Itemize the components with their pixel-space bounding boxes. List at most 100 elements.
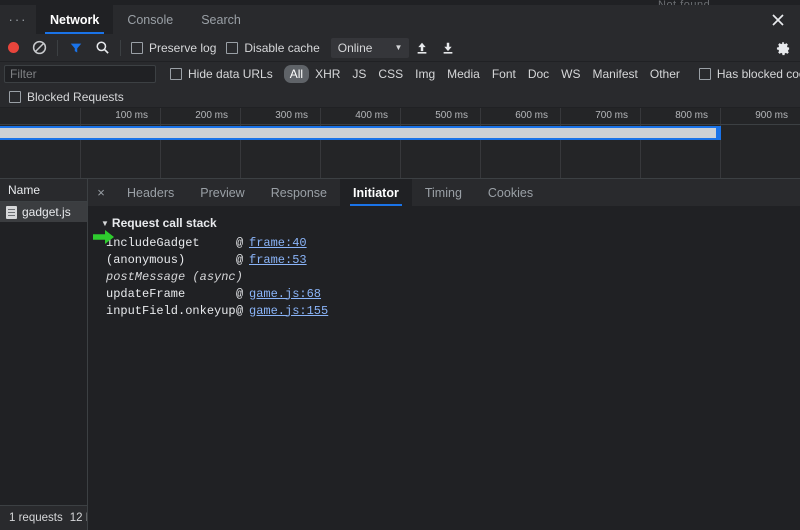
frame-function-name: (anonymous): [106, 252, 186, 267]
close-devtools-button[interactable]: [756, 5, 800, 34]
type-filter-doc[interactable]: Doc: [522, 65, 555, 83]
green-arrow-pointer-icon: [93, 230, 114, 244]
has-blocked-cookies-checkbox[interactable]: Has blocked cookies: [694, 67, 800, 81]
tab-initiator-label: Initiator: [353, 185, 399, 200]
tab-cookies[interactable]: Cookies: [475, 179, 546, 206]
type-filter-other[interactable]: Other: [644, 65, 686, 83]
blocked-requests-label: Blocked Requests: [27, 89, 124, 104]
type-filter-js[interactable]: JS: [346, 65, 372, 83]
tab-console[interactable]: Console: [113, 5, 187, 34]
record-button[interactable]: [0, 35, 26, 61]
download-arrow-icon: [443, 42, 453, 54]
disable-cache-checkbox[interactable]: Disable cache: [221, 41, 324, 55]
tab-preview-label: Preview: [200, 185, 245, 200]
tab-headers[interactable]: Headers: [114, 179, 187, 206]
timeline-gridline: [560, 108, 561, 178]
tab-search-label: Search: [201, 12, 241, 27]
tab-network[interactable]: Network: [36, 5, 114, 34]
timeline-tick-label: 200 ms: [195, 110, 228, 121]
type-filter-manifest[interactable]: Manifest: [587, 65, 644, 83]
throttling-select[interactable]: Online ▼: [330, 37, 410, 58]
requests-count-label: 1 requests: [9, 512, 63, 524]
network-toolbar: Preserve log Disable cache Online ▼: [0, 34, 800, 62]
blocked-requests-checkbox[interactable]: Blocked Requests: [0, 90, 129, 104]
timeline-gridline: [240, 108, 241, 178]
timeline-tick-label: 600 ms: [515, 110, 548, 121]
disable-cache-box: [226, 41, 239, 54]
hide-data-urls-checkbox[interactable]: Hide data URLs: [165, 67, 278, 81]
filter-button[interactable]: [63, 35, 89, 61]
tab-console-label: Console: [127, 12, 174, 27]
export-har-button[interactable]: [435, 35, 461, 61]
type-filter-img[interactable]: Img: [409, 65, 441, 83]
frame-source-link[interactable]: game.js:155: [249, 304, 328, 318]
request-detail-tabstrip: × Headers Preview Response Initiator Tim…: [88, 179, 800, 207]
type-filter-css[interactable]: CSS: [372, 65, 409, 83]
tab-timing[interactable]: Timing: [412, 179, 475, 206]
tab-preview[interactable]: Preview: [187, 179, 257, 206]
tab-timing-label: Timing: [424, 185, 462, 200]
tab-search[interactable]: Search: [187, 5, 255, 34]
close-icon: [772, 13, 784, 26]
type-filter-xhr[interactable]: XHR: [309, 65, 346, 83]
chevron-down-icon: ▼: [394, 43, 403, 52]
tab-response-label: Response: [270, 185, 328, 200]
has-blocked-cookies-box: [698, 68, 711, 80]
timeline-tick-label: 300 ms: [275, 110, 308, 121]
filter-input[interactable]: [4, 65, 156, 83]
frame-source-link[interactable]: frame:40: [249, 236, 307, 250]
close-detail-button[interactable]: ×: [88, 179, 114, 206]
frame-function-name: updateFrame: [106, 286, 186, 301]
type-filter-media[interactable]: Media: [441, 65, 486, 83]
clear-button[interactable]: [26, 35, 52, 61]
frame-at-symbol: @: [236, 252, 244, 267]
more-horizontal-icon[interactable]: ···: [0, 5, 36, 34]
type-filter-font[interactable]: Font: [486, 65, 522, 83]
preserve-log-label: Preserve log: [149, 40, 217, 55]
transferred-size-label: 12 B: [69, 512, 87, 524]
request-row-gadget-js[interactable]: gadget.js: [0, 202, 87, 222]
timeline-selection-right-handle[interactable]: [718, 126, 721, 140]
frame-function-name: includeGadget: [106, 235, 200, 250]
throttling-value: Online: [337, 40, 373, 55]
funnel-icon: [70, 43, 82, 53]
import-har-button[interactable]: [409, 35, 435, 61]
network-overview[interactable]: 100 ms 200 ms 300 ms 400 ms 500 ms 600 m…: [0, 108, 800, 179]
triangle-down-icon: ▼: [101, 218, 109, 228]
request-detail-panel: × Headers Preview Response Initiator Tim…: [88, 179, 800, 505]
tab-initiator[interactable]: Initiator: [340, 179, 412, 206]
frame-function-name: inputField.onkeyup: [106, 303, 236, 318]
devtools-window: Not found ··· Network Console Search: [0, 0, 800, 530]
timeline-gridline: [400, 108, 401, 178]
frame-source-link[interactable]: frame:53: [249, 253, 307, 267]
frame-at-symbol: @: [236, 286, 244, 301]
type-filter-all[interactable]: All: [283, 65, 310, 83]
tab-response[interactable]: Response: [258, 179, 340, 206]
timeline-gridline: [80, 108, 81, 178]
timeline-tick-label: 900 ms: [755, 110, 788, 121]
hide-data-urls-label: Hide data URLs: [188, 67, 273, 81]
call-stack-frame[interactable]: updateFrame @ game.js:68: [101, 285, 800, 302]
requests-column-header[interactable]: Name: [0, 179, 87, 202]
call-stack-frame[interactable]: (anonymous) @ frame:53: [101, 251, 800, 268]
upload-arrow-icon: [417, 42, 427, 54]
record-icon: [7, 42, 19, 53]
search-icon: [96, 41, 109, 54]
type-filter-ws[interactable]: WS: [555, 65, 586, 83]
preserve-log-checkbox[interactable]: Preserve log: [126, 41, 221, 55]
call-stack-header[interactable]: ▼ Request call stack: [101, 216, 800, 230]
search-button[interactable]: [89, 35, 115, 61]
timeline-tick-label: 800 ms: [675, 110, 708, 121]
resource-type-filters: All XHR JS CSS Img Media Font Doc WS Man…: [283, 65, 686, 83]
settings-button[interactable]: [772, 37, 794, 59]
timeline-selection-window[interactable]: [0, 126, 718, 140]
disable-cache-label: Disable cache: [244, 40, 320, 55]
frame-source-link[interactable]: game.js:68: [249, 287, 321, 301]
timeline-gridline: [160, 108, 161, 178]
toolbar-divider-2: [120, 39, 121, 56]
gear-icon: [776, 41, 789, 55]
call-stack-frame[interactable]: includeGadget @ frame:40: [101, 234, 800, 251]
script-file-icon: [6, 205, 17, 219]
call-stack-frame[interactable]: inputField.onkeyup @ game.js:155: [101, 302, 800, 319]
timeline-tick-label: 500 ms: [435, 110, 468, 121]
